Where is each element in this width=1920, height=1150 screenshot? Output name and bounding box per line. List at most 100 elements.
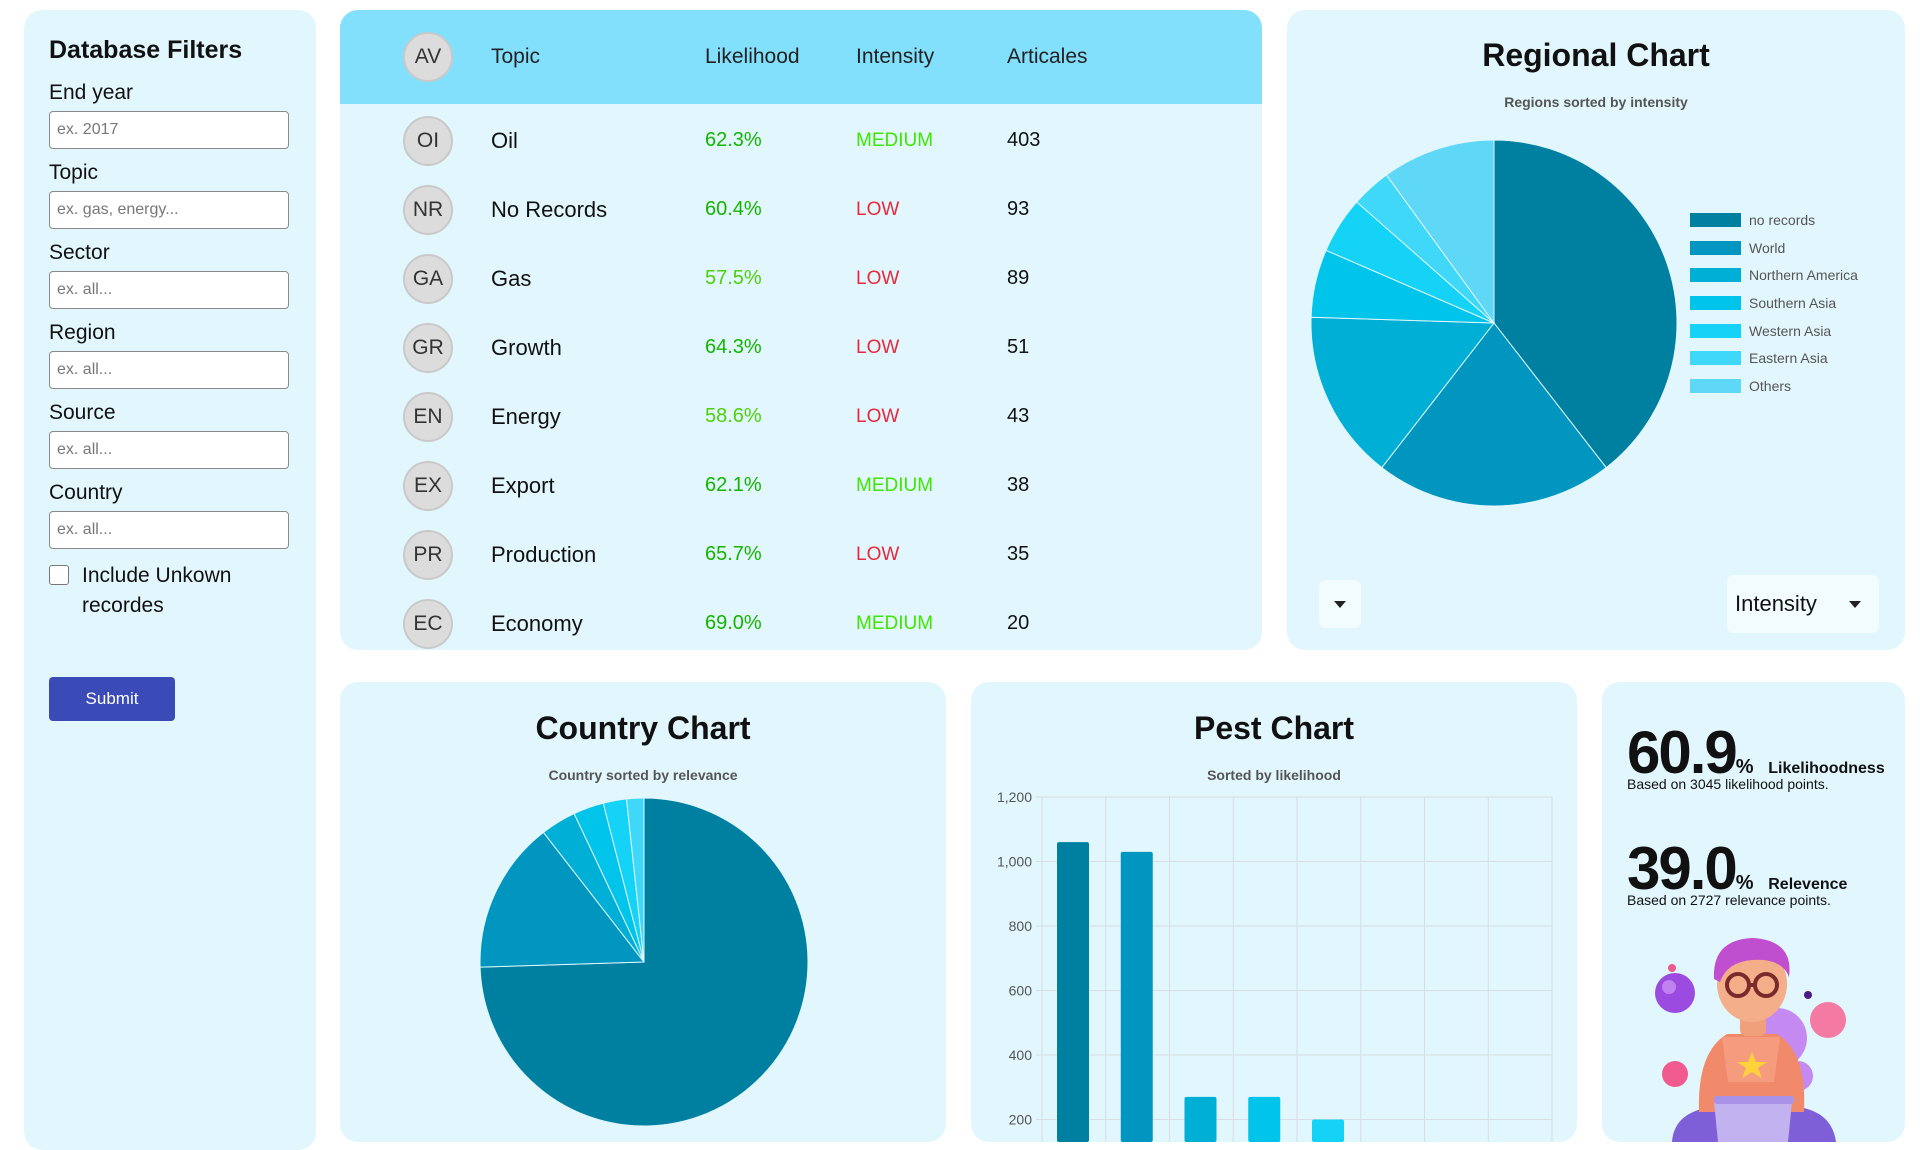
small-dropdown[interactable] (1319, 580, 1361, 628)
bar[interactable] (1312, 1119, 1344, 1143)
topic-name: Production (491, 541, 597, 567)
table-row[interactable]: EC Economy 69.0% MEDIUM 20 (340, 589, 1262, 650)
legend-swatch (1690, 212, 1741, 227)
topic-name: Energy (491, 403, 561, 429)
topic-avatar: EN (403, 391, 453, 442)
filters-title: Database Filters (49, 36, 243, 64)
likelihood-value: 58.6% (705, 405, 762, 427)
table-row[interactable]: PR Production 65.7% LOW 35 (340, 520, 1262, 589)
y-tick-label: 400 (1009, 1047, 1033, 1063)
topic-avatar: NR (403, 184, 453, 235)
pest-bar-chart: 200 400 600 800 1,000 1,200 (997, 789, 1553, 1143)
end-year-input[interactable] (49, 111, 289, 149)
country-pie-chart (479, 797, 809, 1127)
caret-down-icon (1849, 600, 1861, 608)
bar[interactable] (1184, 1096, 1217, 1142)
source-label: Source (49, 401, 116, 424)
source-input[interactable] (49, 431, 289, 469)
articles-count: 51 (1007, 336, 1030, 358)
articles-count: 43 (1007, 405, 1030, 427)
table-body: OI Oil 62.3% MEDIUM 403 NR No Records 60.4% LOW 9… (340, 104, 1262, 650)
likelihood-value: 62.3% (705, 129, 762, 151)
stats-panel: 60.9% Likelihoodness Based on 3045 likel… (1602, 682, 1905, 1142)
legend-swatch (1690, 295, 1741, 310)
intensity-value: LOW (856, 543, 900, 565)
table-header: AV Topic Likelihood Intensity Articales (340, 10, 1262, 104)
legend-label: no records (1749, 211, 1816, 228)
legend-item[interactable]: World (1690, 234, 1858, 262)
country-input[interactable] (49, 511, 289, 549)
y-tick-label: 800 (1009, 918, 1033, 934)
articles-count: 403 (1007, 129, 1041, 151)
topic-avatar: GR (403, 322, 453, 373)
legend-item[interactable]: Northern America (1690, 261, 1858, 289)
legend-item[interactable]: Others (1690, 372, 1858, 400)
table-row[interactable]: EN Energy 58.6% LOW 43 (340, 382, 1262, 451)
intensity-value: MEDIUM (856, 612, 934, 634)
topic-input[interactable] (49, 191, 289, 229)
bar[interactable] (1120, 851, 1153, 1142)
intensity-value: LOW (856, 336, 900, 358)
table-row[interactable]: OI Oil 62.3% MEDIUM 403 (340, 106, 1262, 175)
articles-header[interactable]: Articales (1007, 45, 1088, 69)
legend-label: Eastern Asia (1749, 350, 1828, 367)
likelihood-value: 62.1% (705, 474, 762, 496)
topic-name: Gas (491, 265, 532, 291)
table-row[interactable]: GA Gas 57.5% LOW 89 (340, 244, 1262, 313)
topic-avatar: PR (403, 529, 453, 580)
caret-down-icon (1334, 600, 1346, 608)
topic-header[interactable]: Topic (491, 45, 540, 69)
table-row[interactable]: EX Export 62.1% MEDIUM 38 (340, 451, 1262, 520)
region-label: Region (49, 321, 116, 344)
bar[interactable] (1057, 842, 1089, 1142)
likelihood-value: 57.5% (705, 267, 762, 289)
sector-label: Sector (49, 241, 110, 264)
bar[interactable] (1248, 1096, 1281, 1142)
topic-name: Growth (491, 334, 562, 360)
intensity-value: MEDIUM (856, 474, 934, 496)
include-unknown-checkbox[interactable] (49, 565, 69, 585)
likelihood-header[interactable]: Likelihood (705, 45, 800, 69)
legend-label: Northern America (1749, 267, 1858, 284)
legend-item[interactable]: Southern Asia (1690, 289, 1858, 317)
legend-item[interactable]: Eastern Asia (1690, 344, 1858, 372)
topic-avatar: GA (403, 253, 453, 304)
y-tick-label: 200 (1009, 1112, 1033, 1128)
likelihood-value: 64.3% (705, 336, 762, 358)
pest-chart-panel: Pest Chart Sorted by likelihood 200 400 60… (971, 682, 1577, 1142)
sector-input[interactable] (49, 271, 289, 309)
country-label: Country (49, 481, 123, 504)
regional-chart-panel: Regional Chart Regions sorted by intensi… (1287, 10, 1905, 650)
legend-swatch (1690, 240, 1741, 255)
likelihood-value: 69.0% (705, 612, 762, 634)
country-chart-panel: Country Chart Country sorted by relevanc… (340, 682, 946, 1142)
y-tick-label: 1,000 (997, 854, 1032, 870)
topic-avatar: EC (403, 598, 453, 649)
intensity-value: LOW (856, 198, 900, 220)
topic-avatar: EX (403, 460, 453, 511)
legend-swatch (1690, 323, 1741, 338)
topic-name: No Records (491, 196, 608, 222)
articles-count: 35 (1007, 543, 1030, 565)
table-row[interactable]: NR No Records 60.4% LOW 93 (340, 175, 1262, 244)
intensity-value: LOW (856, 267, 900, 289)
y-tick-label: 600 (1009, 983, 1033, 999)
articles-count: 38 (1007, 474, 1030, 496)
legend-swatch (1690, 268, 1741, 283)
database-filters-panel: Database Filters End year Topic Sector R… (24, 10, 316, 1150)
legend-item[interactable]: no records (1690, 206, 1858, 234)
regional-legend: no records World Northern America Southern … (1690, 206, 1858, 400)
articles-count: 20 (1007, 612, 1030, 634)
intensity-value: LOW (856, 405, 900, 427)
intensity-header[interactable]: Intensity (856, 45, 934, 69)
region-input[interactable] (49, 351, 289, 389)
legend-item[interactable]: Western Asia (1690, 317, 1858, 345)
sort-by-dropdown[interactable]: Intensity (1727, 575, 1879, 633)
topic-name: Export (491, 472, 555, 498)
likelihood-value: 65.7% (705, 543, 762, 565)
include-unknown-label: Include Unkown recordes (82, 564, 232, 617)
table-row[interactable]: GR Growth 64.3% LOW 51 (340, 313, 1262, 382)
sort-by-value: Intensity (1735, 591, 1817, 616)
legend-label: Western Asia (1749, 322, 1832, 339)
submit-button[interactable]: Submit (49, 677, 175, 721)
